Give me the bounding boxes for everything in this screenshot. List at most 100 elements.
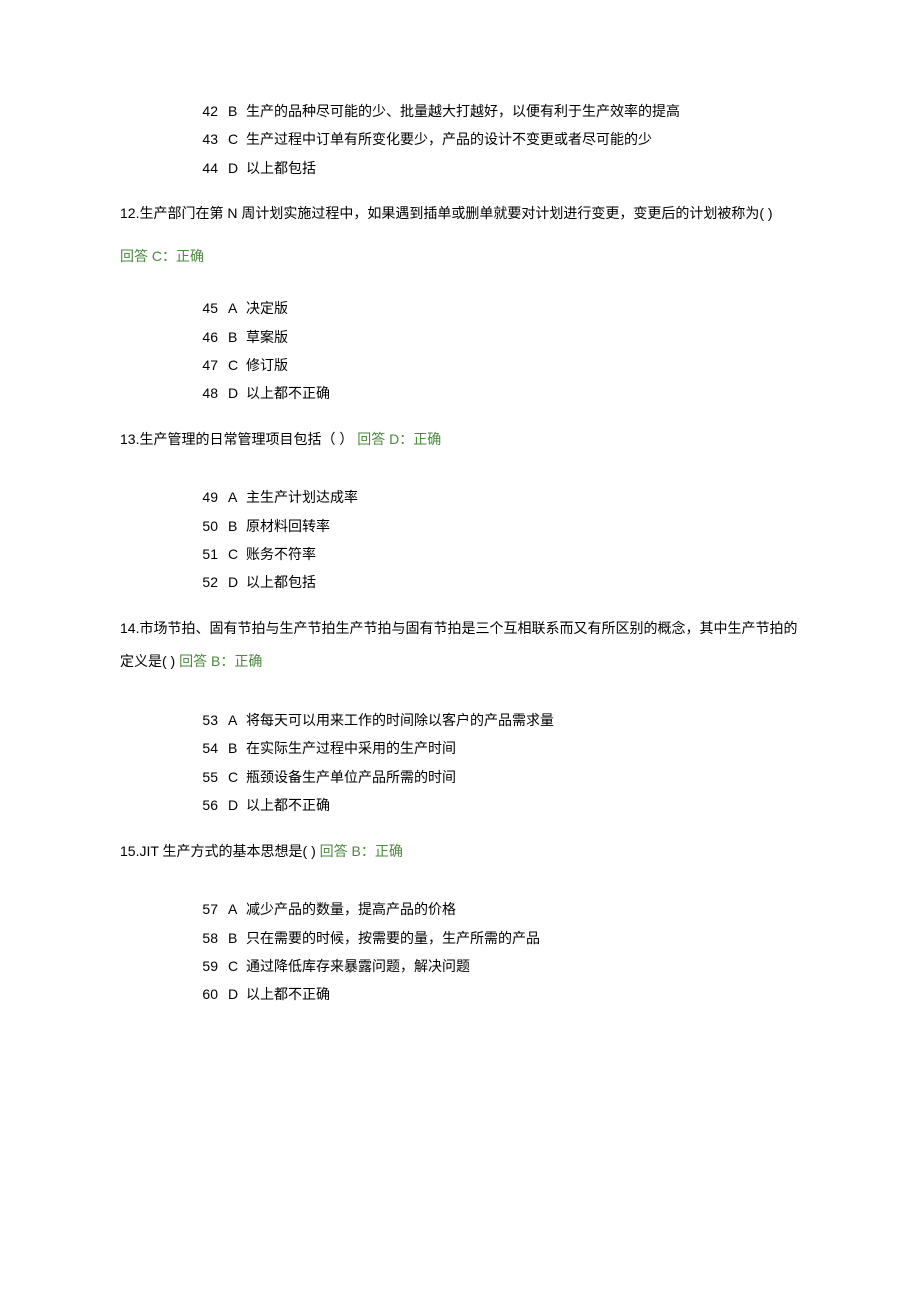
- option-number: 45: [190, 297, 218, 319]
- option-letter: D: [218, 794, 242, 816]
- option-row: 58 B 只在需要的时候，按需要的量，生产所需的产品: [120, 927, 800, 949]
- option-number: 42: [190, 100, 218, 122]
- question-number: 15.: [120, 843, 139, 859]
- option-letter: C: [218, 354, 242, 376]
- option-number: 55: [190, 766, 218, 788]
- option-text: 生产的品种尽可能的少、批量越大打越好，以便有利于生产效率的提高: [242, 100, 680, 122]
- option-text: 将每天可以用来工作的时间除以客户的产品需求量: [242, 709, 554, 731]
- answer-prefix: 回答: [320, 843, 352, 859]
- option-number: 59: [190, 955, 218, 977]
- question-number: 13.: [120, 431, 139, 447]
- option-row: 43 C 生产过程中订单有所变化要少，产品的设计不变更或者尽可能的少: [120, 128, 800, 150]
- option-letter: C: [218, 955, 242, 977]
- answer-prefix: 回答: [357, 431, 389, 447]
- question-15-options: 57 A 减少产品的数量，提高产品的价格 58 B 只在需要的时候，按需要的量，…: [120, 898, 800, 1006]
- option-letter: B: [218, 100, 242, 122]
- option-text: 修订版: [242, 354, 288, 376]
- option-text: 以上都不正确: [242, 794, 330, 816]
- option-text: 生产过程中订单有所变化要少，产品的设计不变更或者尽可能的少: [242, 128, 652, 150]
- option-letter: C: [218, 543, 242, 565]
- option-row: 57 A 减少产品的数量，提高产品的价格: [120, 898, 800, 920]
- question-text: JIT 生产方式的基本思想是( ): [139, 843, 319, 859]
- option-text: 减少产品的数量，提高产品的价格: [242, 898, 456, 920]
- option-number: 50: [190, 515, 218, 537]
- option-row: 54 B 在实际生产过程中采用的生产时间: [120, 737, 800, 759]
- question-14: 14.市场节拍、固有节拍与生产节拍生产节拍与固有节拍是三个互相联系而又有所区别的…: [120, 612, 800, 679]
- option-letter: A: [218, 486, 242, 508]
- option-text: 以上都不正确: [242, 382, 330, 404]
- option-row: 51 C 账务不符率: [120, 543, 800, 565]
- question-number: 12.: [120, 205, 139, 221]
- option-number: 54: [190, 737, 218, 759]
- option-number: 58: [190, 927, 218, 949]
- question-15: 15.JIT 生产方式的基本思想是( ) 回答 B：正确: [120, 835, 800, 869]
- answer-value: B：正确: [352, 843, 403, 859]
- question-13: 13.生产管理的日常管理项目包括（ ） 回答 D：正确: [120, 423, 800, 457]
- option-number: 56: [190, 794, 218, 816]
- option-row: 49 A 主生产计划达成率: [120, 486, 800, 508]
- option-letter: D: [218, 157, 242, 179]
- option-text: 只在需要的时候，按需要的量，生产所需的产品: [242, 927, 540, 949]
- option-text: 草案版: [242, 326, 288, 348]
- option-text: 通过降低库存来暴露问题，解决问题: [242, 955, 470, 977]
- answer-feedback: 回答 B：正确: [179, 653, 262, 669]
- question-12: 12.生产部门在第 N 周计划实施过程中，如果遇到插单或删单就要对计划进行变更，…: [120, 197, 800, 231]
- option-text: 主生产计划达成率: [242, 486, 358, 508]
- previous-question-options: 42 B 生产的品种尽可能的少、批量越大打越好，以便有利于生产效率的提高 43 …: [120, 100, 800, 179]
- option-letter: C: [218, 128, 242, 150]
- option-row: 42 B 生产的品种尽可能的少、批量越大打越好，以便有利于生产效率的提高: [120, 100, 800, 122]
- option-row: 56 D 以上都不正确: [120, 794, 800, 816]
- option-number: 44: [190, 157, 218, 179]
- option-text: 以上都包括: [242, 157, 316, 179]
- answer-value: B：正确: [211, 653, 262, 669]
- question-text: 生产管理的日常管理项目包括（ ）: [139, 431, 357, 447]
- option-letter: A: [218, 709, 242, 731]
- option-row: 46 B 草案版: [120, 326, 800, 348]
- option-letter: D: [218, 382, 242, 404]
- option-row: 55 C 瓶颈设备生产单位产品所需的时间: [120, 766, 800, 788]
- option-text: 决定版: [242, 297, 288, 319]
- option-letter: B: [218, 326, 242, 348]
- option-letter: B: [218, 515, 242, 537]
- option-row: 47 C 修订版: [120, 354, 800, 376]
- option-row: 59 C 通过降低库存来暴露问题，解决问题: [120, 955, 800, 977]
- question-13-options: 49 A 主生产计划达成率 50 B 原材料回转率 51 C 账务不符率 52 …: [120, 486, 800, 594]
- option-number: 46: [190, 326, 218, 348]
- option-row: 52 D 以上都包括: [120, 571, 800, 593]
- option-number: 52: [190, 571, 218, 593]
- option-text: 账务不符率: [242, 543, 316, 565]
- option-text: 在实际生产过程中采用的生产时间: [242, 737, 456, 759]
- answer-feedback: 回答 C：正确: [120, 245, 800, 267]
- option-letter: B: [218, 927, 242, 949]
- question-number: 14.: [120, 620, 139, 636]
- option-number: 43: [190, 128, 218, 150]
- option-number: 57: [190, 898, 218, 920]
- option-text: 原材料回转率: [242, 515, 330, 537]
- option-number: 51: [190, 543, 218, 565]
- option-letter: C: [218, 766, 242, 788]
- option-row: 60 D 以上都不正确: [120, 983, 800, 1005]
- option-text: 瓶颈设备生产单位产品所需的时间: [242, 766, 456, 788]
- option-text: 以上都包括: [242, 571, 316, 593]
- option-text: 以上都不正确: [242, 983, 330, 1005]
- option-row: 53 A 将每天可以用来工作的时间除以客户的产品需求量: [120, 709, 800, 731]
- option-number: 49: [190, 486, 218, 508]
- question-12-options: 45 A 决定版 46 B 草案版 47 C 修订版 48 D 以上都不正确: [120, 297, 800, 405]
- option-row: 45 A 决定版: [120, 297, 800, 319]
- answer-feedback: 回答 B：正确: [320, 843, 403, 859]
- option-number: 53: [190, 709, 218, 731]
- option-number: 48: [190, 382, 218, 404]
- answer-prefix: 回答: [120, 248, 152, 264]
- option-letter: D: [218, 983, 242, 1005]
- option-letter: D: [218, 571, 242, 593]
- question-text: 生产部门在第 N 周计划实施过程中，如果遇到插单或删单就要对计划进行变更，变更后…: [139, 205, 772, 221]
- answer-prefix: 回答: [179, 653, 211, 669]
- option-row: 50 B 原材料回转率: [120, 515, 800, 537]
- answer-feedback: 回答 D：正确: [357, 431, 441, 447]
- option-letter: A: [218, 898, 242, 920]
- answer-value: C：正确: [152, 248, 204, 264]
- option-letter: A: [218, 297, 242, 319]
- option-number: 60: [190, 983, 218, 1005]
- option-letter: B: [218, 737, 242, 759]
- option-number: 47: [190, 354, 218, 376]
